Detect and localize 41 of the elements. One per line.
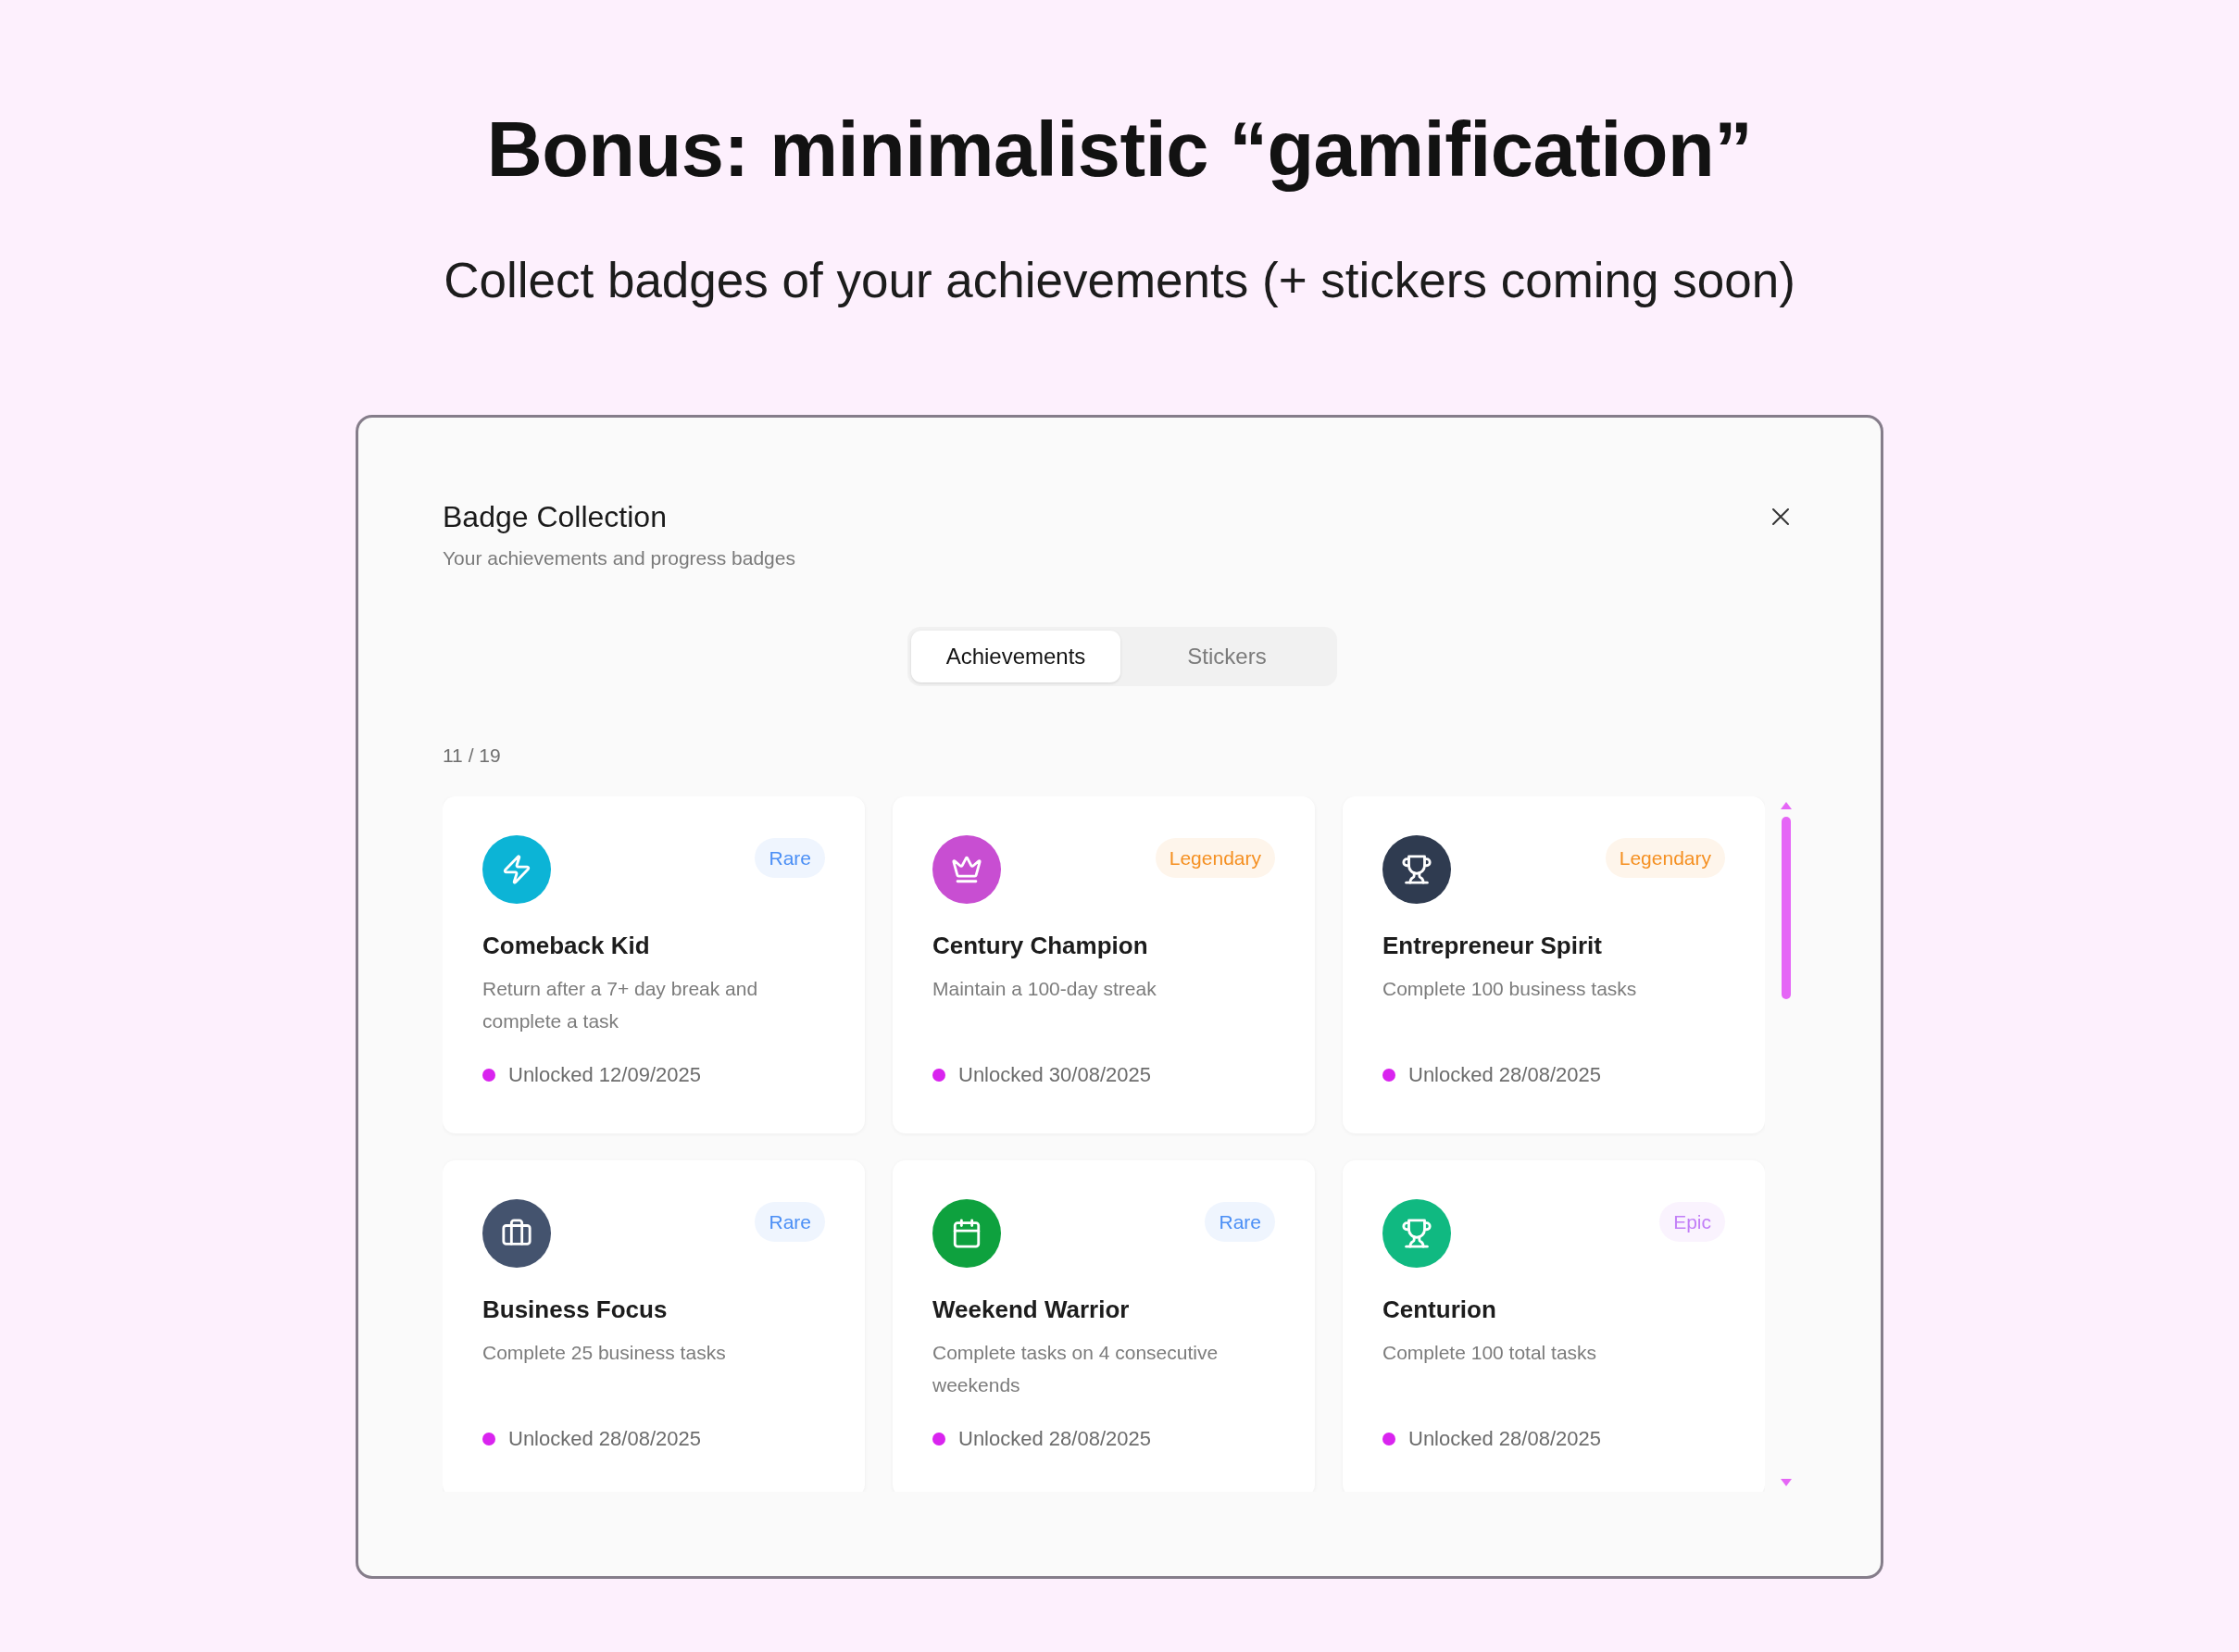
- achievement-title: Business Focus: [482, 1294, 669, 1325]
- achievement-description: Complete 25 business tasks: [482, 1340, 727, 1365]
- dialog-subtitle: Your achievements and progress badges: [443, 545, 795, 570]
- dialog-title: Badge Collection: [443, 498, 667, 535]
- scrollbar-thumb[interactable]: [1782, 816, 1791, 999]
- achievement-title: Entrepreneur Spirit: [1382, 930, 1603, 961]
- achievement-description: Complete 100 total tasks: [1382, 1340, 1598, 1365]
- page-title: Bonus: minimalistic “gamification”: [486, 106, 1753, 194]
- scroll-up-arrow-icon[interactable]: [1781, 801, 1792, 809]
- rarity-tag: Rare: [755, 837, 825, 878]
- achievement-description: Maintain a 100-day streak: [932, 976, 1157, 1001]
- scroll-down-arrow-icon[interactable]: [1781, 1478, 1792, 1486]
- unlock-date: Unlocked 12/09/2025: [508, 1061, 701, 1088]
- close-button[interactable]: [1770, 506, 1791, 527]
- tab[interactable]: Stickers: [1120, 630, 1333, 682]
- achievement-title: Century Champion: [932, 930, 1149, 961]
- rarity-tag: Legendary: [1605, 837, 1725, 878]
- rarity-tag: Rare: [1205, 1201, 1275, 1242]
- achievement-description: Complete 100 business tasks: [1382, 976, 1638, 1001]
- status-dot: [932, 1432, 945, 1446]
- status-dot: [932, 1068, 945, 1082]
- tab[interactable]: Achievements: [911, 630, 1120, 682]
- rarity-tag: Legendary: [1155, 837, 1275, 878]
- rarity-tag: Epic: [1659, 1201, 1725, 1242]
- unlock-date: Unlocked 28/08/2025: [1408, 1425, 1601, 1452]
- unlock-date: Unlocked 30/08/2025: [958, 1061, 1151, 1088]
- unlock-date: Unlocked 28/08/2025: [958, 1425, 1151, 1452]
- achievement-title: Centurion: [1382, 1294, 1497, 1325]
- achievement-description: Complete tasks on 4 consecutive weekends: [932, 1340, 1220, 1397]
- rarity-tag: Rare: [755, 1201, 825, 1242]
- badge-count: 11 / 19: [443, 743, 501, 768]
- achievement-title: Comeback Kid: [482, 930, 651, 961]
- status-dot: [482, 1432, 495, 1446]
- page-subtitle: Collect badges of your achievements (+ stickers coming soon): [444, 251, 1795, 309]
- status-dot: [1382, 1432, 1395, 1446]
- status-dot: [482, 1068, 495, 1082]
- achievement-title: Weekend Warrior: [932, 1294, 1131, 1325]
- achievement-description: Return after a 7+ day break and complete a task: [482, 976, 759, 1033]
- unlock-date: Unlocked 28/08/2025: [1408, 1061, 1601, 1088]
- status-dot: [1382, 1068, 1395, 1082]
- unlock-date: Unlocked 28/08/2025: [508, 1425, 701, 1452]
